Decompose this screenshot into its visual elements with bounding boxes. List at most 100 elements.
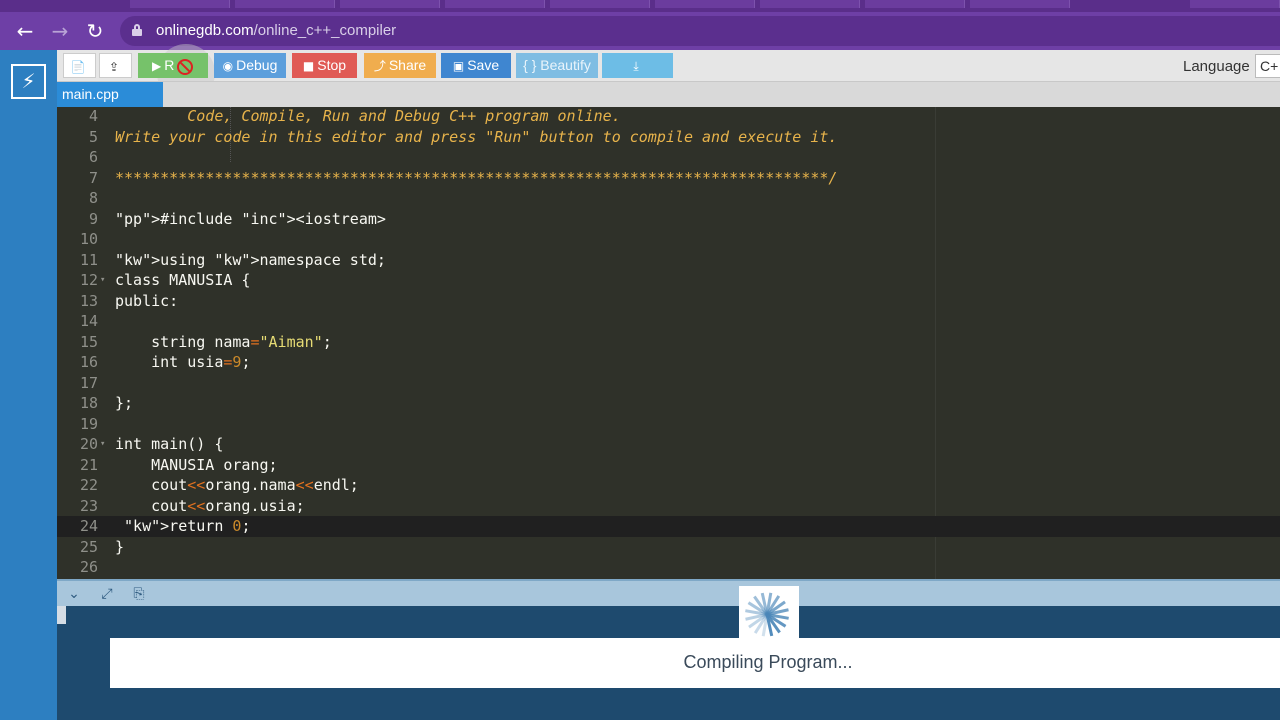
- forward-button[interactable]: →: [47, 18, 73, 44]
- code-text: MANUSIA orang;: [115, 455, 278, 474]
- compiling-dialog: Compiling Program...: [110, 638, 1280, 688]
- code-line[interactable]: 18};: [57, 393, 1280, 414]
- line-number: 16: [79, 353, 98, 371]
- stop-label: Stop: [317, 57, 347, 73]
- browser-tab[interactable]: [550, 0, 650, 8]
- code-line[interactable]: 10: [57, 229, 1280, 250]
- url-field[interactable]: onlinegdb.com/online_c++_compiler: [120, 16, 1280, 46]
- code-line[interactable]: 23 cout<<orang.usia;: [57, 496, 1280, 517]
- browser-tab-strip: [0, 0, 1280, 12]
- line-number: 13: [79, 291, 98, 310]
- lightning-bolt-icon: ⚡: [21, 69, 36, 93]
- stop-button[interactable]: ■ Stop: [292, 53, 357, 78]
- menu-toggle-button[interactable]: ⚡: [11, 64, 46, 99]
- code-line[interactable]: 11 "kw">using "kw">namespace std;: [57, 250, 1280, 271]
- expand-output-button[interactable]: ⤢: [97, 585, 117, 603]
- code-line[interactable]: 9 "pp">#include "inc"><iostream>: [57, 209, 1280, 230]
- code-line[interactable]: 8: [57, 188, 1280, 209]
- code-line[interactable]: 22 cout<<orang.nama<<endl;: [57, 475, 1280, 496]
- code-line[interactable]: 25}: [57, 537, 1280, 558]
- code-line[interactable]: 14: [57, 311, 1280, 332]
- share-button[interactable]: ⤴ Share: [364, 53, 436, 78]
- new-file-button[interactable]: 📄: [63, 53, 96, 78]
- run-button[interactable]: ▶ R: [138, 53, 208, 78]
- code-line[interactable]: 7 ***************************************…: [57, 168, 1280, 189]
- browser-tab[interactable]: [655, 0, 755, 8]
- url-text: onlinegdb.com/online_c++_compiler: [156, 22, 396, 39]
- browser-tab[interactable]: [340, 0, 440, 8]
- debug-icon: ◉: [222, 59, 234, 73]
- left-sidebar: ⚡: [0, 50, 57, 720]
- line-number: 24: [79, 517, 98, 535]
- line-number: 25: [79, 537, 98, 556]
- code-text: "kw">using "kw">namespace std;: [115, 250, 386, 269]
- beautify-label: { } Beautify: [523, 57, 591, 73]
- play-icon: ▶: [152, 59, 162, 73]
- editor-toolbar: 📄 ⇪ ▶ R ◉ Debug ■ Stop ⤴ Share ▣ Save { } Bea…: [57, 44, 1280, 102]
- fold-arrow-icon[interactable]: ▾: [100, 270, 105, 291]
- code-line[interactable]: 24 "kw">return 0;: [57, 516, 1280, 537]
- code-text: };: [115, 394, 134, 412]
- reload-button[interactable]: ↻: [82, 18, 108, 44]
- browser-tab[interactable]: [865, 0, 965, 8]
- file-tab-main-cpp[interactable]: main.cpp: [57, 82, 163, 107]
- code-text: string nama="Aiman";: [115, 332, 332, 351]
- language-select[interactable]: C+: [1255, 54, 1280, 78]
- code-line[interactable]: 16 int usia=9;: [57, 352, 1280, 373]
- code-text: }: [115, 537, 125, 556]
- code-line[interactable]: 17: [57, 373, 1280, 394]
- line-number: 14: [79, 312, 98, 330]
- console-cursor: [57, 606, 66, 624]
- run-label: R: [164, 57, 175, 73]
- line-number: 11: [79, 250, 98, 269]
- expand-icon: ⤢: [101, 586, 113, 602]
- code-line[interactable]: 21 MANUSIA orang;: [57, 455, 1280, 476]
- browser-tab[interactable]: [1190, 0, 1280, 8]
- fold-arrow-icon[interactable]: ▾: [100, 434, 105, 455]
- stop-icon: ■: [302, 59, 315, 73]
- loading-spinner-icon: [739, 586, 799, 640]
- browser-tab[interactable]: [445, 0, 545, 8]
- line-number: 8: [88, 189, 98, 207]
- beautify-button[interactable]: { } Beautify: [516, 53, 598, 78]
- line-number: 12: [79, 271, 98, 289]
- code-line[interactable]: 19: [57, 414, 1280, 435]
- debug-label: Debug: [236, 57, 278, 73]
- code-line[interactable]: 6: [57, 147, 1280, 168]
- code-line[interactable]: 20 ▾ int main() {: [57, 434, 1280, 455]
- browser-tab[interactable]: [760, 0, 860, 8]
- arrow-left-icon: ←: [16, 19, 34, 43]
- code-line[interactable]: 15 string nama="Aiman";: [57, 332, 1280, 353]
- onlinegdb-window: ← → ↻ onlinegdb.com/online_c++_compiler …: [0, 0, 1280, 720]
- line-number: 22: [79, 476, 98, 494]
- browser-tab[interactable]: [235, 0, 335, 8]
- debug-button[interactable]: ◉ Debug: [214, 53, 286, 78]
- code-editor[interactable]: 4 Code, Compile, Run and Debug C++ progr…: [57, 107, 1280, 579]
- code-line[interactable]: 12 ▾ class MANUSIA {: [57, 270, 1280, 291]
- copy-output-button[interactable]: ⎘: [129, 585, 149, 603]
- upload-icon: ⇪: [108, 60, 120, 74]
- code-text: cout<<orang.usia;: [115, 496, 305, 515]
- upload-button[interactable]: ⇪: [99, 53, 132, 78]
- browser-tab[interactable]: [130, 0, 230, 8]
- lock-icon: [132, 24, 142, 36]
- compiling-message: Compiling Program...: [683, 652, 853, 672]
- line-number: 26: [79, 558, 98, 576]
- line-number: 15: [79, 332, 98, 351]
- line-number: 4: [88, 107, 98, 125]
- save-button[interactable]: ▣ Save: [441, 53, 511, 78]
- code-text: public:: [115, 291, 179, 310]
- line-number: 20: [79, 435, 98, 453]
- code-line[interactable]: 26: [57, 557, 1280, 578]
- line-number: 17: [79, 373, 98, 392]
- code-line[interactable]: 5 Write your code in this editor and pres…: [57, 127, 1280, 148]
- save-label: Save: [467, 57, 500, 73]
- collapse-output-button[interactable]: ⌄: [64, 585, 84, 603]
- browser-tab[interactable]: [970, 0, 1070, 8]
- download-icon: ⤓: [633, 59, 639, 73]
- code-line[interactable]: 13 public:: [57, 291, 1280, 312]
- code-line[interactable]: 4 Code, Compile, Run and Debug C++ progr…: [57, 107, 1280, 127]
- download-button[interactable]: ⤓: [602, 53, 673, 78]
- back-button[interactable]: ←: [12, 18, 38, 44]
- line-number: 23: [79, 496, 98, 515]
